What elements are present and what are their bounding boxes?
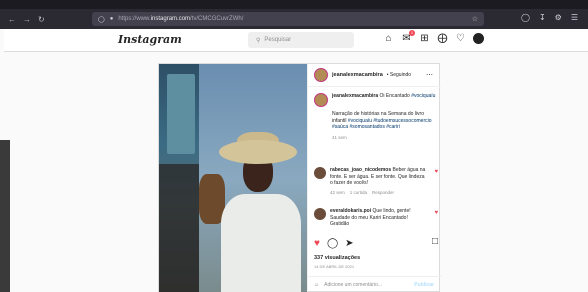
emoji-icon[interactable]: ☺: [314, 282, 319, 288]
author-username[interactable]: jeanalexmacambira: [332, 72, 383, 78]
comment-username[interactable]: rabecas_joao_nicodemos: [330, 167, 391, 173]
extensions-icon[interactable]: ⚙: [555, 13, 562, 22]
forward-icon[interactable]: →: [23, 15, 31, 24]
like-heart-icon[interactable]: ♥: [314, 238, 320, 249]
caption-avatar[interactable]: [314, 93, 328, 107]
toolbar-right-icons: ◯ ↧ ⚙ ☰: [521, 13, 578, 22]
comment-text: everaldokaris.poi Que lindo, gente! Saud…: [330, 208, 411, 227]
video-crowd: [159, 164, 199, 292]
direct-messages-icon[interactable]: ✉ 1: [401, 30, 415, 44]
bookmark-star-icon[interactable]: ☆: [472, 15, 478, 23]
comment-avatar[interactable]: [314, 167, 326, 179]
notification-badge: 1: [409, 30, 415, 36]
caption-tags[interactable]: #vociquaíu #tudoemsucessocomercio #saúca…: [332, 118, 432, 131]
comment-input[interactable]: Adicione um comentário...: [324, 282, 382, 288]
video-person-shirt: [221, 194, 301, 292]
video-curtain: [167, 74, 195, 154]
shield-icon[interactable]: ◯: [98, 16, 105, 23]
caption-body: Narração de histórias na Semana do livro…: [332, 111, 432, 131]
post-video[interactable]: [159, 64, 307, 292]
reply-button[interactable]: Responder: [372, 190, 394, 195]
save-bookmark-icon[interactable]: □: [432, 236, 438, 247]
new-post-icon[interactable]: ⊞: [419, 33, 430, 44]
views-count[interactable]: 337 visualizações: [314, 255, 360, 261]
explore-icon[interactable]: ⨁: [437, 33, 448, 44]
caption-heading: jeanalexmacambira Oi Encantado #vociquaí…: [332, 93, 436, 99]
post-sidebar: jeanalexmacambira • Seguindo ⋯ jeanalexm…: [307, 64, 442, 292]
publish-button[interactable]: Publicar: [414, 282, 434, 288]
lock-icon[interactable]: ●: [110, 16, 114, 22]
downloads-icon[interactable]: ↧: [539, 13, 546, 22]
search-input[interactable]: ⚲ Pesquisar: [248, 32, 354, 48]
search-icon: ⚲: [256, 37, 261, 44]
screen: ← → ↻ ◯ ● https://www.instagram.com/tv/C…: [0, 0, 588, 292]
comment-avatar[interactable]: [314, 208, 326, 220]
caption-hashtag[interactable]: #vociquaíu: [411, 93, 435, 99]
activity-heart-icon[interactable]: ♡: [455, 33, 466, 44]
comment-likes[interactable]: 1 curtida: [350, 190, 367, 195]
more-options-icon[interactable]: ⋯: [426, 71, 433, 79]
following-status[interactable]: • Seguindo: [387, 72, 411, 78]
share-icon[interactable]: ➤: [345, 238, 353, 249]
back-icon[interactable]: ←: [8, 15, 16, 24]
window-top-strip: [0, 0, 588, 9]
author-avatar[interactable]: [314, 68, 328, 82]
header-nav-icons: ⌂ ✉ 1 ⊞ ⨁ ♡: [383, 30, 484, 44]
post-date: 14 DE ABRIL DE 2021: [314, 264, 355, 269]
comment-username[interactable]: everaldokaris.poi: [330, 208, 371, 214]
comment-icon[interactable]: ◯: [327, 238, 338, 249]
url-text: https://www.instagram.com/tv/CMCGCuvrZWh…: [118, 16, 244, 22]
comment-item: everaldokaris.poi Que lindo, gente! Saud…: [314, 208, 438, 228]
browser-toolbar: ← → ↻ ◯ ● https://www.instagram.com/tv/C…: [0, 9, 588, 29]
comment-like-icon[interactable]: ♥: [434, 210, 438, 216]
caption-time: 41 sem: [332, 134, 347, 140]
home-icon[interactable]: ⌂: [383, 33, 394, 44]
post-actions: ♥ ◯ ➤ □: [314, 236, 438, 250]
left-edge-overlay: [0, 140, 10, 292]
post-card: jeanalexmacambira • Seguindo ⋯ jeanalexm…: [158, 63, 442, 292]
caption-username[interactable]: jeanalexmacambira: [332, 93, 378, 99]
reload-icon[interactable]: ↻: [38, 15, 45, 24]
comment-time: 42 sem: [330, 189, 345, 195]
video-hat-brim: [219, 140, 297, 164]
address-bar[interactable]: ◯ ● https://www.instagram.com/tv/CMCGCuv…: [92, 12, 484, 26]
nav-buttons: ← → ↻: [0, 15, 45, 24]
post-caption: jeanalexmacambira Oi Encantado #vociquaí…: [314, 93, 438, 140]
post-header: jeanalexmacambira • Seguindo ⋯: [308, 64, 441, 87]
instagram-header: Instagram ⚲ Pesquisar ⌂ ✉ 1 ⊞ ⨁ ♡: [4, 29, 588, 52]
pocket-icon[interactable]: ◯: [521, 13, 530, 22]
profile-avatar[interactable]: [473, 33, 484, 44]
comment-like-icon[interactable]: ♥: [434, 169, 438, 175]
instagram-logo[interactable]: Instagram: [118, 33, 182, 46]
comment-item: rabecas_joao_nicodemos Beber água na fon…: [314, 167, 438, 195]
comment-text: rabecas_joao_nicodemos Beber água na fon…: [330, 167, 426, 186]
menu-icon[interactable]: ☰: [571, 13, 578, 22]
search-placeholder: Pesquisar: [264, 37, 292, 43]
add-comment-bar: ☺ Adicione um comentário... Publicar: [308, 276, 442, 292]
